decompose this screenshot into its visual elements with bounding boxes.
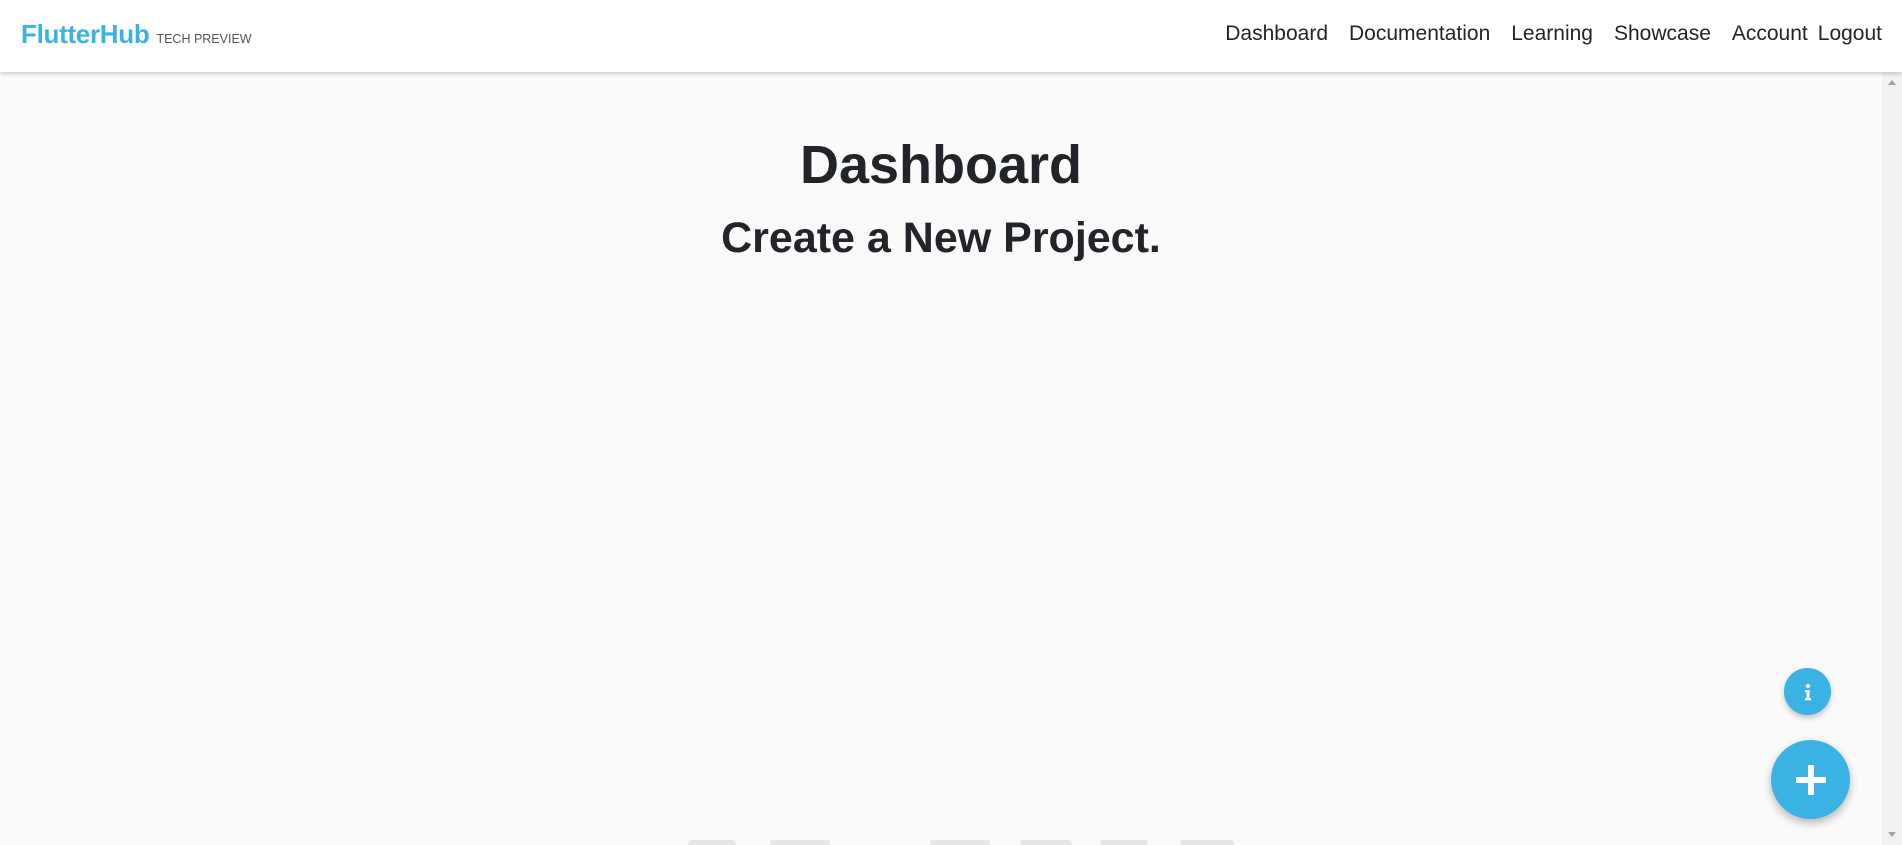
nav-account[interactable]: Account [1732,22,1808,46]
info-button[interactable] [1784,668,1831,715]
offscreen-content [1020,840,1072,845]
brand-tag: TECH PREVIEW [156,32,252,46]
scroll-up-arrow-icon[interactable] [1888,80,1896,85]
offscreen-content [688,840,736,845]
brand-name: FlutterHub [21,19,150,49]
info-icon [1804,683,1811,700]
brand-logo[interactable]: FlutterHub TECH PREVIEW [21,19,252,50]
nav-learning[interactable]: Learning [1511,22,1593,46]
scroll-down-arrow-icon[interactable] [1888,832,1896,837]
top-navbar: FlutterHub TECH PREVIEW Dashboard Docume… [0,0,1902,72]
nav-logout[interactable]: Logout [1818,22,1882,46]
nav-dashboard[interactable]: Dashboard [1225,22,1328,46]
page-subtitle: Create a New Project. [721,214,1161,262]
add-project-button[interactable] [1771,740,1850,819]
offscreen-content [1180,840,1234,845]
offscreen-content [1100,840,1148,845]
main-nav: Dashboard Documentation Learning Showcas… [1204,20,1882,48]
plus-icon [1795,764,1826,795]
nav-showcase[interactable]: Showcase [1614,22,1711,46]
offscreen-content [770,840,830,845]
vertical-scrollbar[interactable] [1882,72,1902,845]
nav-documentation[interactable]: Documentation [1349,22,1490,46]
dashboard-main: Dashboard Create a New Project. [0,72,1882,845]
page-title: Dashboard [799,135,1083,195]
offscreen-content [930,840,990,845]
